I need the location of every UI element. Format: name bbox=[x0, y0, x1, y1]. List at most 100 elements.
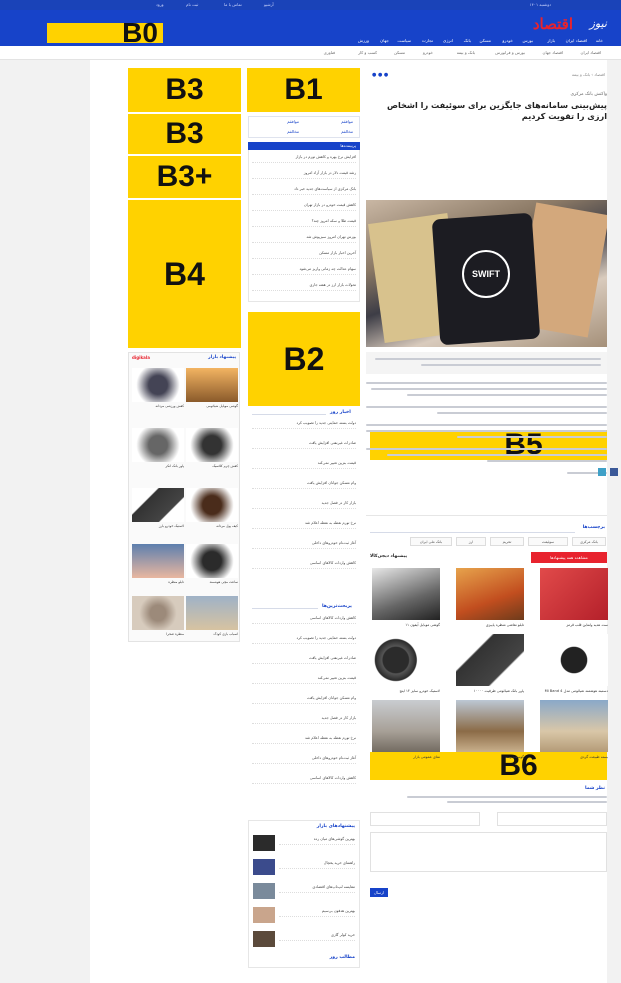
tag-item-3[interactable]: ارز bbox=[456, 537, 486, 546]
list-item[interactable]: قیمت بنزین تغییر نمی‌کند bbox=[252, 676, 356, 684]
nav-item-11[interactable]: ورزش bbox=[358, 38, 369, 43]
list-item[interactable]: بهترین گوشی‌های میان رده bbox=[279, 837, 355, 845]
list-item[interactable]: آغاز ثبت‌نام خودروهای داخلی bbox=[252, 541, 356, 549]
suggestion-thumb[interactable] bbox=[253, 931, 275, 947]
suggestion-thumb[interactable] bbox=[253, 883, 275, 899]
topbar-item-2[interactable]: تماس با ما bbox=[224, 2, 242, 7]
comment-name-input[interactable] bbox=[497, 812, 607, 826]
left-product-card[interactable]: اسباب بازی کودک bbox=[186, 596, 238, 636]
nav-item-7[interactable]: انرژی bbox=[443, 38, 453, 43]
left-product-card[interactable]: کفش ورزشی مردانه bbox=[132, 368, 184, 408]
list-item[interactable]: بورس تهران امروز سبزپوش شد bbox=[252, 235, 356, 243]
list-item[interactable]: وام مسکن جوانان افزایش یافت bbox=[252, 696, 356, 704]
list-item[interactable]: کاهش واردات کالاهای اساسی bbox=[252, 776, 356, 784]
list-item[interactable]: نرخ تورم نقطه به نقطه اعلام شد bbox=[252, 736, 356, 744]
banner-b3-middle[interactable]: B3 bbox=[128, 114, 241, 154]
poll-option-4[interactable]: مخالفم bbox=[287, 129, 299, 134]
list-item[interactable]: بهترین هدفون بی‌سیم bbox=[279, 909, 355, 917]
list-item[interactable]: مقایسه لپ‌تاپ‌های اقتصادی bbox=[279, 885, 355, 893]
list-item[interactable]: دولت بسته حمایتی جدید را تصویب کرد bbox=[252, 636, 356, 644]
product-card[interactable]: بسته طبیعت گردی bbox=[540, 700, 608, 760]
short-link-field[interactable] bbox=[366, 508, 607, 516]
nav-item-5[interactable]: مسکن bbox=[480, 38, 491, 43]
tag-item-2[interactable]: تحریم bbox=[490, 537, 524, 546]
list-item[interactable]: راهنمای خرید یخچال bbox=[279, 861, 355, 869]
nav-item-10[interactable]: جهان bbox=[380, 38, 389, 43]
list-item[interactable]: کاهش واردات کالاهای اساسی bbox=[252, 561, 356, 569]
banner-b2[interactable]: B2 bbox=[248, 312, 360, 406]
list-item[interactable]: تحولات بازار ارز در هفته جاری bbox=[252, 283, 356, 291]
list-item[interactable]: سهام عدالت چه زمانی واریز می‌شود bbox=[252, 267, 356, 275]
list-item[interactable]: دولت بسته حمایتی جدید را تصویب کرد bbox=[252, 421, 356, 429]
nav-item-2[interactable]: بازار bbox=[547, 38, 555, 43]
subnav-item-6[interactable]: کسب و کار bbox=[358, 50, 377, 55]
list-item[interactable]: نرخ تورم نقطه به نقطه اعلام شد bbox=[252, 521, 356, 529]
product-card[interactable]: نمای عمومی بازار bbox=[372, 700, 440, 760]
list-item[interactable]: رشد قیمت دلار در بازار آزاد امروز bbox=[252, 171, 356, 179]
list-item[interactable]: افزایش نرخ بهره و کاهش تورم در بازار bbox=[252, 155, 356, 163]
subnav-item-7[interactable]: فناوری bbox=[324, 50, 335, 55]
list-item[interactable]: آغاز ثبت‌نام خودروهای داخلی bbox=[252, 756, 356, 764]
comment-email-input[interactable] bbox=[370, 812, 480, 826]
list-item[interactable]: بانک مرکزی از سیاست‌های جدید خبر داد bbox=[252, 187, 356, 195]
left-product-card[interactable]: منظره صحرا bbox=[132, 596, 184, 636]
product-card[interactable]: پاور بانک شیائومی ظرفیت ۱۰۰۰۰ bbox=[456, 634, 524, 694]
left-product-card[interactable]: کفش چرم کلاسیک bbox=[186, 428, 238, 468]
subnav-item-0[interactable]: اقتصاد ایران bbox=[581, 50, 601, 55]
nav-item-0[interactable]: خانه bbox=[596, 38, 603, 43]
tag-item-1[interactable]: سوئیفت bbox=[528, 537, 568, 546]
suggestion-thumb[interactable] bbox=[253, 835, 275, 851]
digikala-logo[interactable]: digikala bbox=[132, 355, 150, 360]
product-card[interactable]: دستبند هوشمند شیائومی مدل Mi Band 4 bbox=[540, 634, 608, 694]
twitter-icon[interactable] bbox=[598, 468, 606, 476]
left-product-card[interactable]: لاستیک خودرو بارز bbox=[132, 488, 184, 528]
nav-item-9[interactable]: سیاست bbox=[397, 38, 411, 43]
subnav-item-4[interactable]: خودرو bbox=[423, 50, 433, 55]
subnav-item-2[interactable]: بورس و فرابورس bbox=[495, 50, 525, 55]
topbar-item-3[interactable]: آرشیو bbox=[264, 2, 274, 7]
product-card[interactable]: لاستیک خودرو سایز ۱۴ اینچ bbox=[372, 634, 440, 694]
comment-send-button[interactable]: ارسال bbox=[370, 888, 388, 897]
nav-item-3[interactable]: بورس bbox=[523, 38, 533, 43]
suggestion-thumb[interactable] bbox=[253, 907, 275, 923]
list-item[interactable]: قیمت بنزین تغییر نمی‌کند bbox=[252, 461, 356, 469]
poll-option-1[interactable]: موافقم bbox=[341, 119, 353, 124]
left-product-card[interactable]: گوشی موبایل شیائومی bbox=[186, 368, 238, 408]
list-item[interactable]: بازار کار در فصل جدید bbox=[252, 716, 356, 724]
product-card[interactable]: تابلو نقاشی منظره پاییزی bbox=[456, 568, 524, 628]
subnav-item-1[interactable]: اقتصاد جهان bbox=[543, 50, 563, 55]
left-product-card[interactable]: ساعت مچی هوشمند bbox=[186, 544, 238, 584]
breadcrumb[interactable]: اقتصاد › بانک و بیمه bbox=[572, 72, 605, 77]
view-all-offers-button[interactable]: مشاهده همه پیشنهادها bbox=[531, 552, 607, 563]
nav-item-6[interactable]: بانک bbox=[464, 38, 471, 43]
banner-b4[interactable]: B4 bbox=[128, 200, 241, 348]
list-item[interactable]: صادرات غیرنفتی افزایش یافت bbox=[252, 441, 356, 449]
product-card[interactable]: گوسفند زنده bbox=[456, 700, 524, 760]
list-item[interactable]: خرید کولر گازی bbox=[279, 933, 355, 941]
list-item[interactable]: کاهش واردات کالاهای اساسی bbox=[252, 616, 356, 624]
list-item[interactable]: کاهش قیمت خودرو در بازار تهران bbox=[252, 203, 356, 211]
facebook-icon[interactable] bbox=[610, 468, 618, 476]
topbar-item-1[interactable]: ثبت نام bbox=[186, 2, 198, 7]
tag-item-0[interactable]: بانک مرکزی bbox=[572, 537, 606, 546]
list-item[interactable]: آخرین اخبار بازار مسکن bbox=[252, 251, 356, 259]
site-logo[interactable]: اقتصاد نیوز bbox=[533, 13, 607, 39]
nav-item-4[interactable]: خودرو bbox=[502, 38, 513, 43]
suggestion-thumb[interactable] bbox=[253, 859, 275, 875]
left-product-card[interactable]: کیف پول مردانه bbox=[186, 488, 238, 528]
subnav-item-3[interactable]: بانک و بیمه bbox=[457, 50, 475, 55]
product-card[interactable]: گوشی موبایل آیفون ۱۱ bbox=[372, 568, 440, 628]
banner-b3-plus[interactable]: B3+ bbox=[128, 156, 241, 198]
poll-option-2[interactable]: مخالفم bbox=[341, 129, 353, 134]
list-item[interactable]: قیمت طلا و سکه امروز چند؟ bbox=[252, 219, 356, 227]
list-item[interactable]: وام مسکن جوانان افزایش یافت bbox=[252, 481, 356, 489]
poll-option-3[interactable]: موافقم bbox=[287, 119, 299, 124]
list-item[interactable]: صادرات غیرنفتی افزایش یافت bbox=[252, 656, 356, 664]
list-item[interactable]: بازار کار در فصل جدید bbox=[252, 501, 356, 509]
topbar-item-0[interactable]: ورود bbox=[156, 2, 164, 7]
nav-item-8[interactable]: تجارت bbox=[422, 38, 433, 43]
nav-item-1[interactable]: اقتصاد ایران bbox=[566, 38, 587, 43]
left-product-card[interactable]: تابلو منظره bbox=[132, 544, 184, 584]
banner-b1[interactable]: B1 bbox=[247, 68, 360, 112]
share-icons[interactable]: ● ● ● bbox=[372, 72, 388, 78]
